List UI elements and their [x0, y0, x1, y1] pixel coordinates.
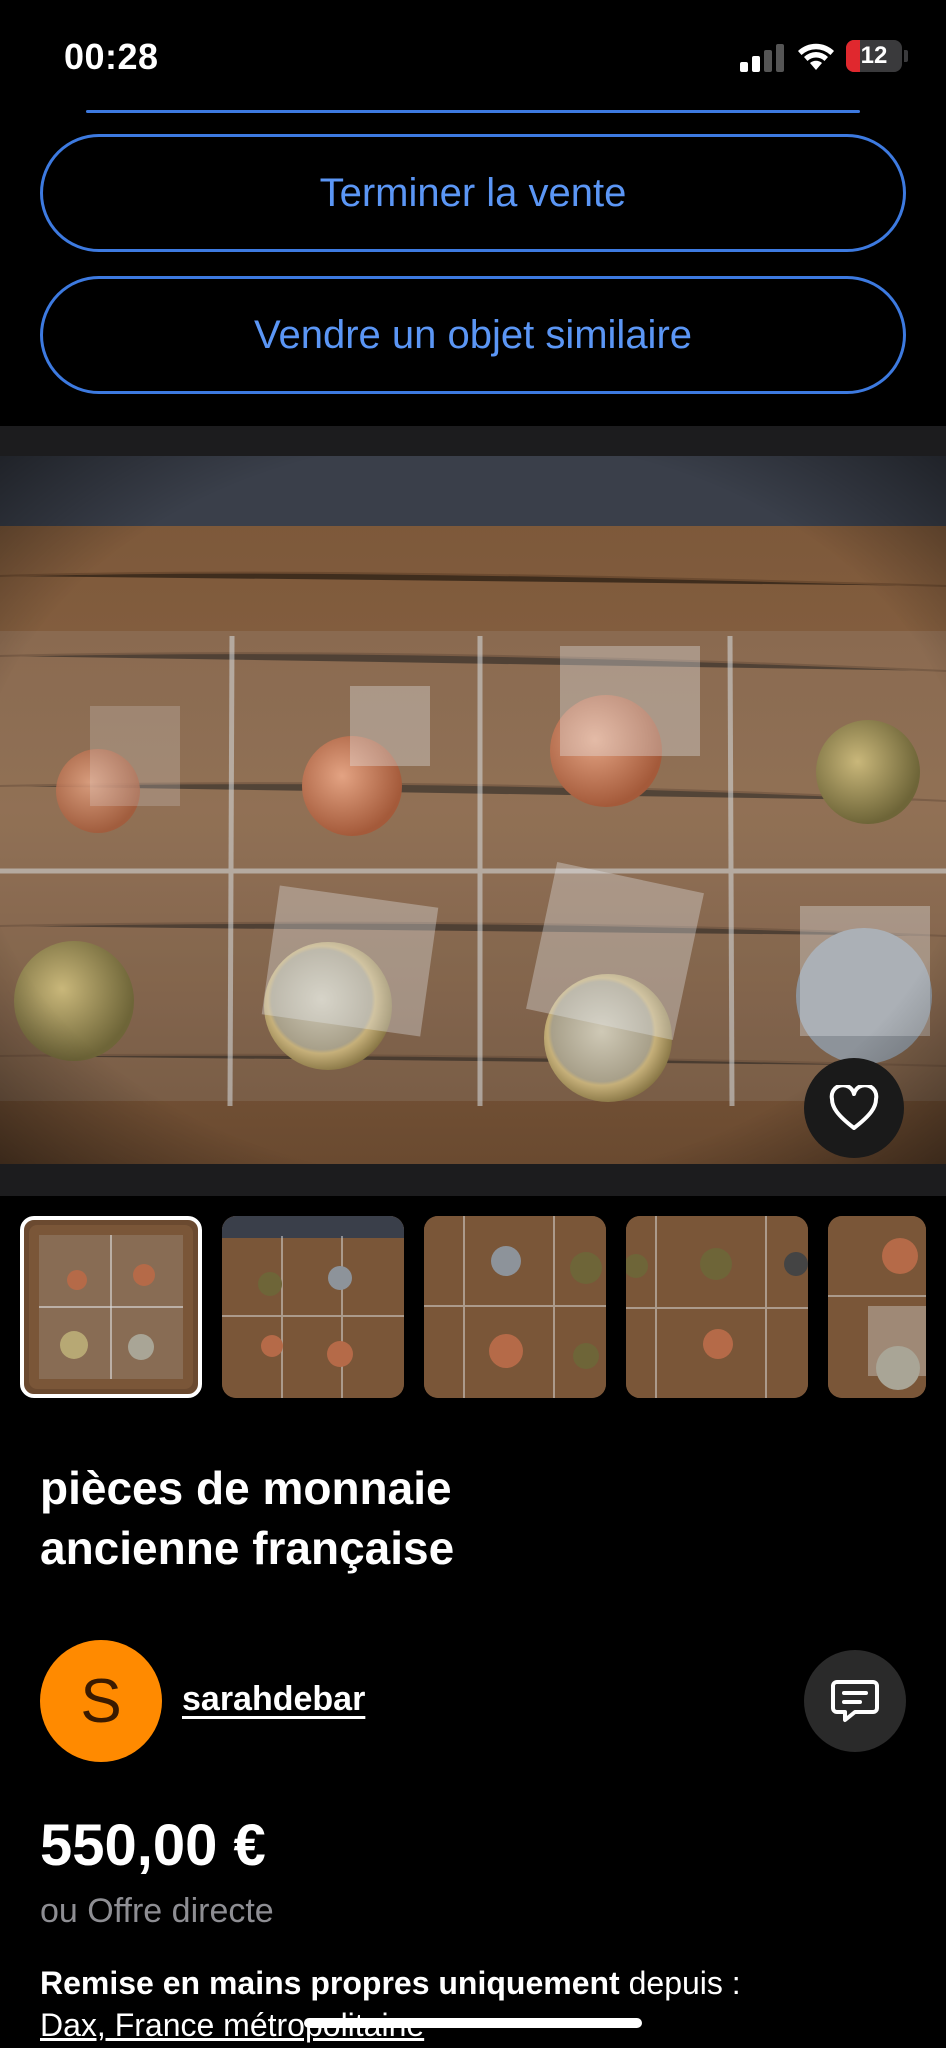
delivery-from: depuis : — [619, 1965, 741, 2001]
thumbnail-3[interactable] — [424, 1216, 606, 1398]
delivery-info: Remise en mains propres uniquement depui… — [40, 1962, 920, 2046]
battery-level: 12 — [860, 42, 888, 69]
thumbnail-5[interactable] — [828, 1216, 926, 1398]
wifi-icon — [796, 40, 836, 72]
thumbnail-4[interactable] — [626, 1216, 808, 1398]
battery-tip — [904, 50, 908, 62]
thumbnail-strip[interactable] — [0, 1216, 946, 1400]
listing-title-line1: pièces de monnaie — [40, 1462, 452, 1514]
photo-bottom-bar — [0, 1164, 946, 1196]
thumbnail-2[interactable] — [222, 1216, 404, 1398]
seller-name-link[interactable]: sarahdebar — [182, 1680, 365, 1719]
heart-icon — [829, 1085, 879, 1130]
status-time: 00:28 — [64, 36, 159, 77]
sell-similar-button[interactable]: Vendre un objet similaire — [40, 276, 906, 394]
listing-main-photo[interactable] — [0, 456, 946, 1164]
best-offer-label: ou Offre directe — [40, 1892, 274, 1930]
listing-title: pièces de monnaie ancienne française — [40, 1458, 740, 1578]
end-sale-button[interactable]: Terminer la vente — [40, 134, 906, 252]
listing-price: 550,00 € — [40, 1813, 266, 1878]
listing-title-line2: ancienne française — [40, 1522, 455, 1574]
battery-icon: 12 — [846, 40, 902, 72]
scrolled-button-edge — [86, 110, 860, 113]
seller-avatar[interactable]: S — [40, 1640, 162, 1762]
message-seller-button[interactable] — [804, 1650, 906, 1752]
section-separator — [0, 426, 946, 456]
favorite-button[interactable] — [804, 1058, 904, 1158]
status-bar: 00:28 12 — [0, 0, 946, 110]
chat-icon — [831, 1680, 879, 1722]
signal-icon — [740, 44, 784, 72]
home-indicator[interactable] — [304, 2018, 642, 2028]
thumbnail-1[interactable] — [20, 1216, 202, 1398]
delivery-method: Remise en mains propres uniquement — [40, 1965, 620, 2001]
